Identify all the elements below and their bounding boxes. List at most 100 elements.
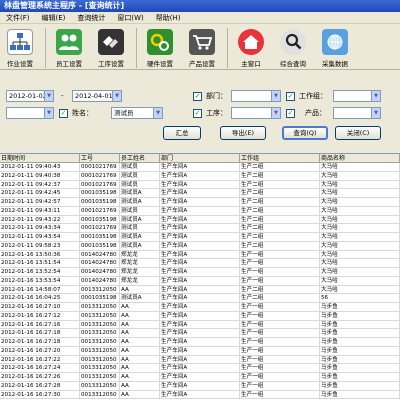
table-row[interactable]: 2012-01-16 16:27:18 0013312050 AA 生产车间A 生产一组…: [0, 338, 400, 347]
table-cell: 生产车间A: [160, 355, 240, 364]
table-row[interactable]: 2012-01-11 09:42:57 0001035198 测试员A 生产车间A 生产…: [0, 198, 400, 207]
table-cell: 生产车间A: [160, 373, 240, 381]
query-button[interactable]: 查询(Q): [282, 126, 328, 140]
table-row[interactable]: 2012-01-11 09:43:54 0001035198 测试员A 生产车间A 生产…: [0, 233, 400, 242]
table-cell: 生产一组: [240, 338, 320, 346]
column-header[interactable]: 商品名称: [320, 154, 400, 162]
table-row[interactable]: 2012-01-11 09:42:45 0001035198 测试员A 生产车间A 生产…: [0, 189, 400, 198]
table-row[interactable]: 2012-01-11 09:43:22 0001035198 测试员A 生产车间A 生产…: [0, 215, 400, 225]
table-row[interactable]: 2012-01-16 16:27:12 0013312050 AA 生产车间A 生产一组…: [0, 311, 400, 321]
dept-checkbox[interactable]: ✓: [193, 92, 202, 101]
column-header[interactable]: 日期时间: [0, 154, 80, 162]
hardware-settings-button[interactable]: 硬件设置: [140, 25, 180, 70]
table-row[interactable]: 2012-01-16 16:04:25 0001035198 测试员A 生产车间A 生产…: [0, 294, 400, 303]
chevron-down-icon[interactable]: ▼: [371, 91, 380, 101]
chevron-down-icon[interactable]: ▼: [112, 91, 121, 101]
table-cell: 马步鱼: [320, 373, 400, 381]
team-checkbox[interactable]: ✓: [286, 92, 295, 101]
table-row[interactable]: 2012-01-16 13:51:54 0014024780 郑龙龙 生产车间A 生产一…: [0, 259, 400, 268]
collect-data-button[interactable]: 采集数据: [315, 25, 355, 70]
column-header[interactable]: 工作组: [240, 154, 320, 162]
table-cell: 生产车间A: [160, 390, 240, 399]
menu-query[interactable]: 查询统计: [71, 12, 111, 24]
process-settings-button[interactable]: 工序设置: [91, 25, 131, 70]
table-row[interactable]: 2012-01-16 16:27:22 0013312050 AA 生产车间A 生产一组…: [0, 355, 400, 365]
table-row[interactable]: 2012-01-11 09:40:38 0001021769 测试员 生产车间A 生产二…: [0, 171, 400, 181]
chevron-down-icon[interactable]: ▼: [153, 108, 162, 118]
menu-help[interactable]: 帮助(H): [150, 12, 187, 24]
product-settings-button[interactable]: 产品设置: [182, 25, 222, 70]
name-checkbox[interactable]: ✓: [59, 109, 68, 118]
table-cell: 测试员: [120, 180, 160, 189]
table-row[interactable]: 2012-01-16 16:27:30 0013312050 AA 生产车间A 生产一组…: [0, 390, 400, 400]
name-value: 测试员: [114, 109, 134, 117]
chevron-down-icon[interactable]: ▼: [271, 91, 280, 101]
date-from-time[interactable]: ▼: [6, 107, 54, 119]
table-cell: 2012-01-16 16:27:24: [0, 364, 80, 372]
column-header[interactable]: 员工姓名: [120, 154, 160, 162]
chevron-down-icon[interactable]: ▼: [44, 108, 53, 118]
toolbar-label: 作业设置: [7, 60, 33, 68]
table-cell: AA: [120, 381, 160, 390]
table-row[interactable]: 2012-01-16 16:27:26 0013312050 AA 生产车间A 生产一组…: [0, 373, 400, 382]
table-row[interactable]: 2012-01-16 16:27:24 0013312050 AA 生产车间A 生产一组…: [0, 364, 400, 373]
table-cell: 2012-01-11 09:42:57: [0, 198, 80, 206]
table-cell: 大马哈: [320, 206, 400, 215]
table-row[interactable]: 2012-01-11 09:58:23 0001035198 测试员A 生产车间A 生产…: [0, 241, 400, 251]
table-row[interactable]: 2012-01-11 09:43:34 0001021769 测试员 生产车间A 生产二…: [0, 224, 400, 233]
table-cell: 大马哈: [320, 198, 400, 206]
general-query-button[interactable]: 综合查询: [273, 25, 313, 70]
column-header[interactable]: 工号: [80, 154, 120, 162]
toolbar-label: 主窗口: [241, 60, 261, 68]
dept-select[interactable]: ▼: [231, 90, 281, 102]
table-cell: 生产一组: [240, 329, 320, 337]
table-cell: 大马哈: [320, 276, 400, 285]
table-row[interactable]: 2012-01-11 09:42:37 0001021769 测试员 生产车间A 生产二…: [0, 180, 400, 190]
close-button[interactable]: 关闭(C): [335, 126, 381, 140]
results-table[interactable]: 日期时间 工号 员工姓名 部门 工作组 商品名称 2012-01-11 09:40:43 0…: [0, 153, 400, 400]
date-to-picker[interactable]: 2012-04-01 ▼: [72, 90, 122, 102]
table-cell: 生产一组: [240, 390, 320, 399]
table-row[interactable]: 2012-01-16 14:58:07 0013312050 AA 生产车间A 生产二组…: [0, 285, 400, 295]
process-checkbox[interactable]: ✓: [193, 109, 202, 118]
menu-window[interactable]: 窗口(W): [111, 12, 149, 24]
table-cell: 测试员: [120, 163, 160, 171]
dept-label: 部门：: [206, 92, 227, 100]
product-select[interactable]: ▼: [333, 107, 381, 119]
summary-button[interactable]: 汇总: [163, 126, 201, 140]
table-cell: 生产车间A: [160, 250, 240, 259]
table-cell: 大马哈: [320, 285, 400, 294]
table-cell: 生产一组: [240, 373, 320, 381]
table-cell: 2012-01-16 14:58:07: [0, 285, 80, 294]
product-checkbox[interactable]: ✓: [286, 109, 295, 118]
table-row[interactable]: 2012-01-16 13:52:54 0014024780 郑龙龙 生产车间A 生产一…: [0, 268, 400, 277]
name-select[interactable]: 测试员 ▼: [111, 107, 163, 119]
menu-edit[interactable]: 编辑(E): [36, 12, 72, 24]
toolbar-label: 员工设置: [56, 60, 82, 68]
team-select[interactable]: ▼: [333, 90, 381, 102]
table-cell: 生产一组: [240, 346, 320, 355]
table-row[interactable]: 2012-01-16 16:27:10 0013312050 AA 生产车间A 生产一组…: [0, 303, 400, 312]
chevron-down-icon[interactable]: ▼: [271, 108, 280, 118]
table-row[interactable]: 2012-01-16 13:50:36 0014024780 郑龙龙 生产车间A 生产一…: [0, 250, 400, 260]
table-row[interactable]: 2012-01-11 09:40:43 0001021769 测试员 生产车间A 生产二…: [0, 163, 400, 172]
table-cell: 2012-01-11 09:42:37: [0, 180, 80, 189]
chevron-down-icon[interactable]: ▼: [371, 108, 380, 118]
job-settings-button[interactable]: 作业设置: [0, 25, 40, 70]
staff-settings-button[interactable]: 员工设置: [49, 25, 89, 70]
table-row[interactable]: 2012-01-16 13:53:54 0014024780 郑龙龙 生产车间A 生产一…: [0, 276, 400, 286]
table-row[interactable]: 2012-01-16 16:27:16 0013312050 AA 生产车间A 生产一组…: [0, 320, 400, 330]
menu-file[interactable]: 文件(F): [0, 12, 36, 24]
table-row[interactable]: 2012-01-16 16:27:20 0013312050 AA 生产车间A 生产一组…: [0, 346, 400, 356]
column-header[interactable]: 部门: [160, 154, 240, 162]
table-body: 2012-01-11 09:40:43 0001021769 测试员 生产车间A 生产二…: [0, 163, 400, 400]
table-row[interactable]: 2012-01-16 16:27:28 0013312050 AA 生产车间A 生产一组…: [0, 381, 400, 391]
table-row[interactable]: 2012-01-11 09:43:11 0001021769 测试员 生产车间A 生产二…: [0, 206, 400, 216]
export-button[interactable]: 导出(E): [220, 126, 266, 140]
process-select[interactable]: ▼: [231, 107, 281, 119]
table-cell: 2012-01-16 13:51:54: [0, 259, 80, 267]
table-row[interactable]: 2012-01-16 16:27:18 0013312050 AA 生产车间A 生产一组…: [0, 329, 400, 338]
date-from-picker[interactable]: 2012-01-02 ▼: [6, 90, 54, 102]
chevron-down-icon[interactable]: ▼: [44, 91, 53, 101]
main-window-button[interactable]: 主窗口: [231, 25, 271, 70]
